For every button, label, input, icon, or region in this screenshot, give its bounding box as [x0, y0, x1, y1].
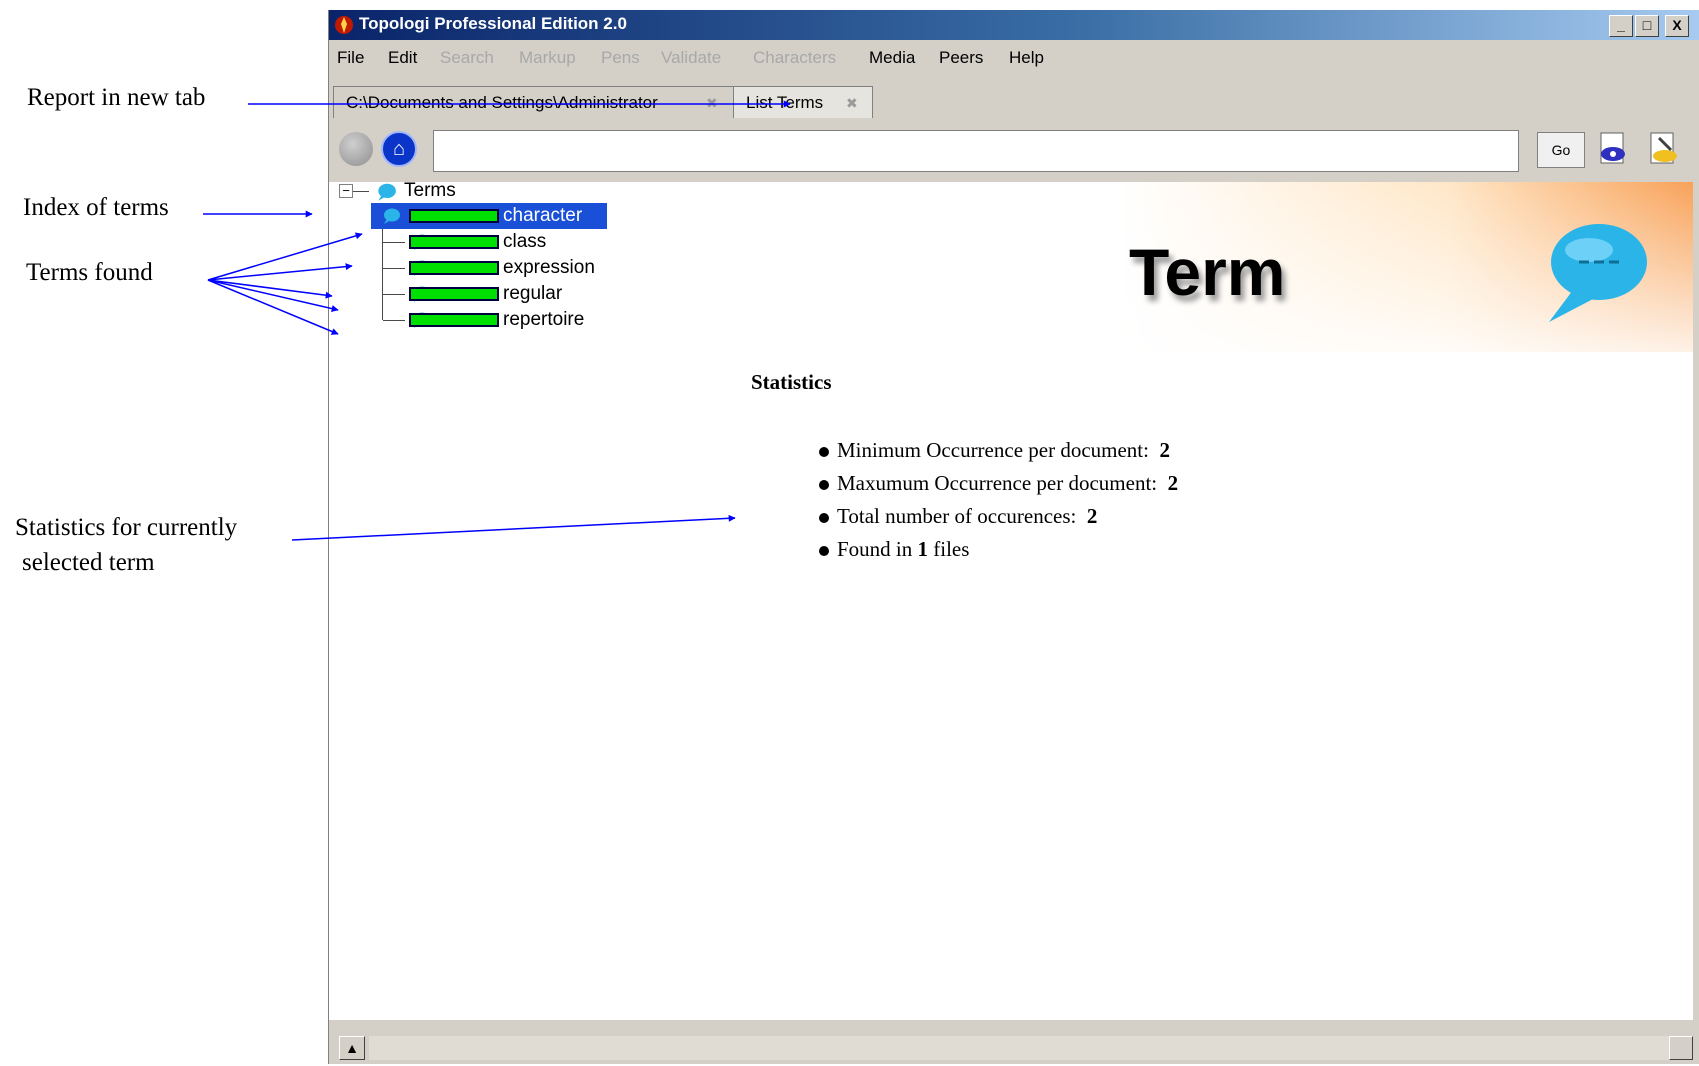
stat-minimum: Minimum Occurrence per document: 2: [819, 434, 1178, 467]
statistics-heading: Statistics: [751, 370, 832, 394]
bullet-icon: [819, 447, 829, 458]
tab-list-terms-label: List Terms: [746, 93, 824, 112]
annotation-index-terms: Index of terms: [23, 194, 169, 221]
tab-close-icon[interactable]: ✖: [846, 87, 858, 119]
scroll-track[interactable]: [369, 1036, 1669, 1060]
tree-item-label: expression: [503, 257, 595, 278]
stat-minimum-label: Minimum Occurrence per document:: [837, 438, 1149, 462]
address-input[interactable]: [433, 130, 1519, 172]
stat-found-prefix: Found in: [837, 537, 913, 561]
edit-document-icon[interactable]: [1645, 130, 1683, 168]
terms-tree: − Terms character class expression regul…: [329, 179, 629, 342]
view-document-icon[interactable]: [1595, 130, 1633, 168]
maximize-button[interactable]: □: [1635, 15, 1659, 37]
tree-connector: [383, 242, 405, 243]
statistics-list: Minimum Occurrence per document: 2 Maxum…: [819, 434, 1178, 566]
stop-button[interactable]: [339, 132, 373, 166]
tab-close-icon[interactable]: ✖: [706, 87, 718, 119]
arrow-term-regular: [207, 279, 339, 312]
stat-found: Found in 1 files: [819, 533, 1178, 566]
stat-total-label: Total number of occurences:: [837, 504, 1077, 528]
menu-file[interactable]: File: [337, 48, 364, 68]
tab-list-terms[interactable]: List Terms ✖: [733, 86, 873, 118]
topologi-app-icon: [335, 16, 353, 34]
go-button[interactable]: Go: [1537, 132, 1585, 168]
stat-total-value: 2: [1086, 504, 1098, 528]
resize-grip[interactable]: [1669, 1036, 1693, 1060]
arrow-term-expression: [207, 279, 333, 299]
tree-item-label: character: [503, 205, 583, 226]
tree-collapse-toggle[interactable]: −: [339, 184, 353, 198]
stat-total: Total number of occurences: 2: [819, 500, 1178, 533]
home-button[interactable]: ⌂: [381, 131, 417, 167]
menu-bar: File Edit Search Markup Pens Validate Ch…: [329, 44, 1699, 72]
annotation-report-tab: Report in new tab: [27, 84, 206, 111]
term-frequency-bar: [409, 313, 499, 327]
title-bar[interactable]: Topologi Professional Edition 2.0 _ □ X: [329, 10, 1699, 40]
term-frequency-bar: [409, 261, 499, 275]
tab-bar: C:\Documents and Settings\Administrator …: [329, 86, 1699, 118]
bullet-icon: [819, 546, 829, 557]
tree-connector: [383, 320, 405, 321]
tree-item-character[interactable]: character: [371, 203, 671, 229]
stat-maximum: Maxumum Occurrence per document: 2: [819, 467, 1178, 500]
menu-search[interactable]: Search: [440, 48, 494, 68]
term-frequency-bar: [409, 235, 499, 249]
stat-found-value: 1: [917, 537, 929, 561]
arrow-term-repertoire: [207, 279, 339, 335]
term-frequency-bar: [409, 287, 499, 301]
menu-markup[interactable]: Markup: [519, 48, 576, 68]
bullet-icon: [819, 480, 829, 491]
tree-item-class[interactable]: class: [371, 230, 671, 254]
menu-media[interactable]: Media: [869, 48, 915, 68]
tree-connector: [383, 294, 405, 295]
report-view: Term − Terms character class expression …: [329, 179, 1693, 1020]
bottom-scrollbar: ▲: [329, 1024, 1699, 1064]
stat-found-suffix: files: [933, 537, 970, 561]
tree-item-label: repertoire: [503, 309, 585, 330]
close-button[interactable]: X: [1665, 15, 1689, 37]
speech-bubble-icon: [378, 183, 396, 201]
speech-bubble-icon: [1549, 224, 1647, 322]
tree-connector: [383, 268, 405, 269]
tree-root-terms[interactable]: Terms: [404, 179, 456, 203]
tree-item-label: regular: [503, 283, 563, 304]
menu-characters[interactable]: Characters: [753, 48, 836, 68]
scroll-up-button[interactable]: ▲: [339, 1036, 365, 1060]
annotation-terms-found: Terms found: [26, 259, 153, 286]
menu-edit[interactable]: Edit: [388, 48, 417, 68]
speech-bubble-icon: [384, 208, 400, 224]
toolbar: ⌂ Go: [329, 120, 1699, 174]
stat-maximum-label: Maxumum Occurrence per document:: [837, 471, 1158, 495]
menu-pens[interactable]: Pens: [601, 48, 640, 68]
tree-connector: [353, 191, 369, 192]
tree-item-regular[interactable]: regular: [371, 282, 671, 306]
tab-documents[interactable]: C:\Documents and Settings\Administrator …: [333, 86, 738, 118]
tree-item-label: class: [503, 231, 547, 252]
stat-maximum-value: 2: [1167, 471, 1179, 495]
menu-peers[interactable]: Peers: [939, 48, 983, 68]
tree-item-repertoire[interactable]: repertoire: [371, 308, 671, 332]
minimize-button[interactable]: _: [1609, 15, 1633, 37]
menu-validate[interactable]: Validate: [661, 48, 721, 68]
annotation-statistics-line1: Statistics for currently: [15, 514, 238, 541]
application-window: Topologi Professional Edition 2.0 _ □ X …: [328, 10, 1699, 1064]
menu-help[interactable]: Help: [1009, 48, 1044, 68]
banner-title: Term: [1129, 235, 1286, 309]
tab-documents-label: C:\Documents and Settings\Administrator: [346, 93, 658, 112]
bullet-icon: [819, 513, 829, 524]
tree-item-expression[interactable]: expression: [371, 256, 671, 280]
stat-minimum-value: 2: [1159, 438, 1170, 462]
term-frequency-bar: [409, 209, 499, 223]
window-title: Topologi Professional Edition 2.0: [359, 14, 627, 33]
annotation-statistics-line2: selected term: [22, 549, 155, 576]
